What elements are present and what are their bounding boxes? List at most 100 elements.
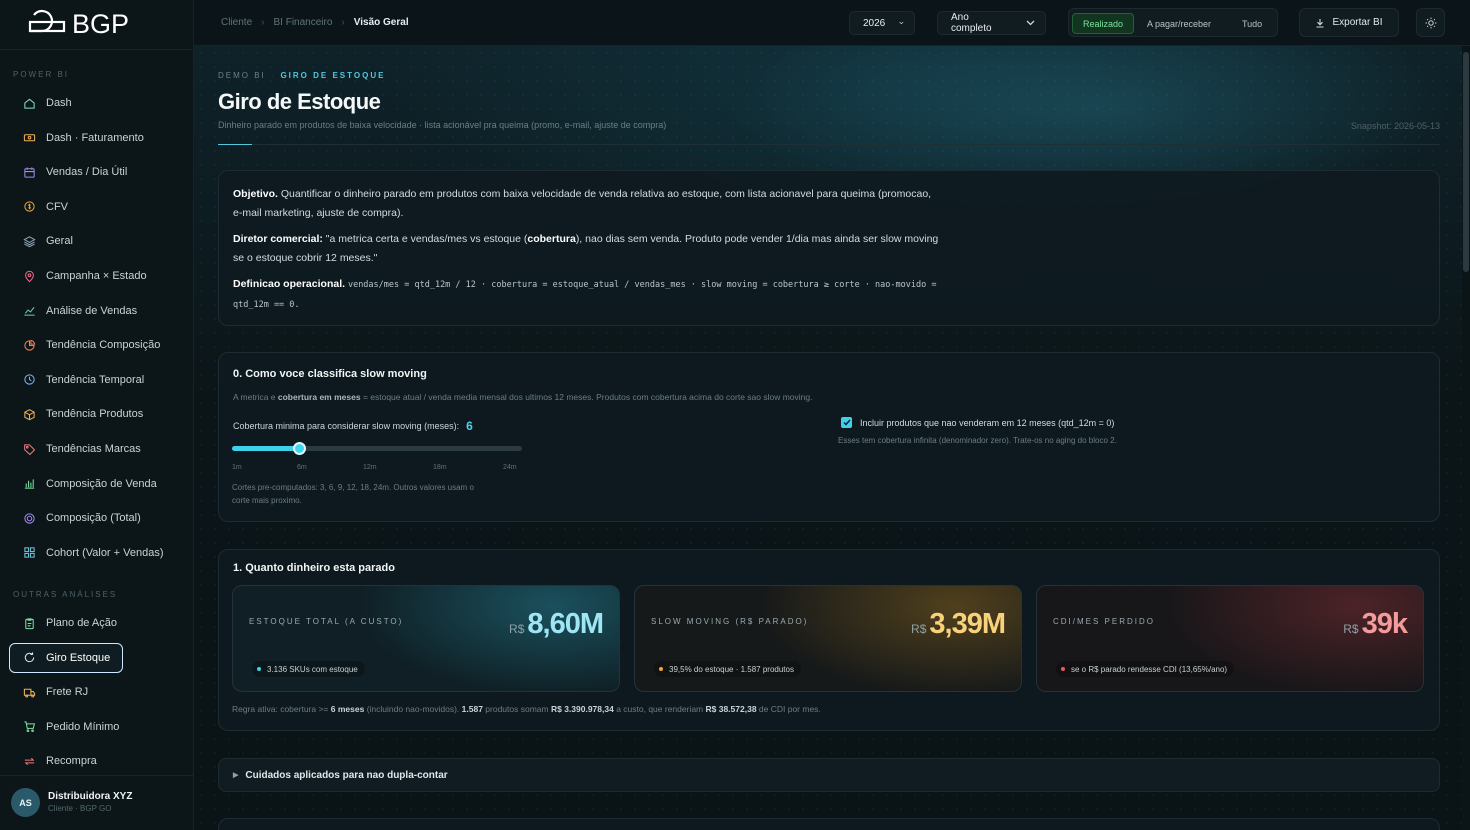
sidebar-item-label: Composição (Total) (46, 512, 141, 525)
sidebar-item-cohort-valor-vendas[interactable]: Cohort (Valor + Vendas) (10, 538, 184, 568)
classify-title: 0. Como voce classifica slow moving (233, 368, 427, 380)
cash-icon (22, 131, 36, 145)
truck-icon (22, 685, 36, 699)
breadcrumb-item[interactable]: Cliente (221, 17, 252, 28)
coin-icon (22, 200, 36, 214)
sidebar-item-analise-de-vendas[interactable]: Análise de Vendas (10, 296, 184, 326)
segment-a-pagar-receber[interactable]: A pagar/receber (1137, 13, 1221, 34)
kpi-card-cdi-perdido: CDI/MES PERDIDO R$ 39k se o R$ parado ren… (1036, 585, 1424, 692)
period-select[interactable]: Ano completo (937, 11, 1046, 35)
page-scrollbar[interactable] (1462, 46, 1470, 830)
director-quote-bold: cobertura (527, 233, 576, 245)
director-quote-b: ), nao dias sem venda. Produto pode vend… (575, 233, 939, 245)
sidebar-item-pedido-minimo[interactable]: Pedido Mínimo (10, 712, 184, 742)
kpi-card-estoque-total: ESTOQUE TOTAL (A CUSTO) R$ 8,60M 3.136 SK… (232, 585, 620, 692)
include-unmoved-label: Incluir produtos que nao venderam em 12 … (860, 417, 1115, 428)
download-icon (1316, 18, 1324, 28)
segment-realizado[interactable]: Realizado (1072, 13, 1135, 34)
classify-desc-bold: cobertura em meses (277, 392, 361, 402)
user-profile[interactable]: AS Distribuidora XYZ Cliente · BGP GO (0, 775, 194, 830)
rule-bold: R$ 3.390.978,34 (550, 704, 614, 714)
calendar-icon (22, 165, 36, 179)
sidebar-item-label: Tendência Produtos (46, 408, 144, 421)
sidebar-item-label: Tendência Temporal (46, 373, 145, 386)
theme-toggle-button[interactable] (1416, 8, 1445, 37)
page-eyebrow: DEMO BI · GIRO DE ESTOQUE (218, 71, 385, 80)
active-rule-note: Regra ativa: cobertura >= 6 meses (inclu… (232, 704, 821, 714)
sidebar-item-dash[interactable]: Dash (10, 88, 184, 118)
svg-text:BGP: BGP (72, 9, 129, 37)
director-label: Diretor comercial: (233, 233, 323, 245)
sidebar-item-label: Análise de Vendas (46, 304, 138, 317)
sidebar-item-frete-rj[interactable]: Frete RJ (10, 677, 184, 707)
sidebar-item-tendencia-produtos[interactable]: Tendência Produtos (10, 399, 184, 429)
section-label-outras: OUTRAS ANÁLISES (13, 590, 118, 599)
rule-text: (incluindo nao-movidos). (364, 704, 462, 714)
scrollbar-thumb[interactable] (1463, 52, 1469, 272)
brand-logo[interactable]: BGP (0, 0, 194, 50)
sidebar-item-campanha-estado[interactable]: Campanha × Estado (10, 261, 184, 291)
export-bi-button[interactable]: Exportar BI (1299, 8, 1399, 37)
sidebar-item-tendencia-composicao[interactable]: Tendência Composição (10, 330, 184, 360)
sidebar-item-recompra[interactable]: Recompra (10, 746, 184, 776)
breadcrumb: Cliente › BI Financeiro › Visão Geral (221, 17, 409, 28)
objective-paragraph: Objetivo. Quantificar o dinheiro parado … (233, 185, 1033, 223)
cart-icon (22, 720, 36, 734)
sidebar-item-label: Cohort (Valor + Vendas) (46, 546, 164, 559)
kpi-currency: R$ (911, 622, 927, 636)
coverage-slider[interactable] (232, 442, 522, 455)
check-icon (842, 419, 851, 426)
pie-icon (22, 338, 36, 352)
objective-label: Objetivo. (233, 188, 278, 200)
kpi-label: SLOW MOVING (R$ PARADO) (651, 617, 809, 626)
kpi-value: R$ 3,39M (911, 608, 1006, 641)
map-pin-icon (22, 269, 36, 283)
double-count-collapsible[interactable]: ▶ Cuidados aplicados para nao dupla-cont… (218, 758, 1440, 792)
slider-handle[interactable] (293, 442, 307, 455)
user-name: Distribuidora XYZ (48, 791, 133, 802)
sidebar-item-label: Frete RJ (46, 686, 89, 699)
definition-code: vendas/mes = qtd_12m / 12 · cobertura = … (347, 280, 937, 290)
objective-text-cont: e-mail marketing, ajuste de compra). (233, 207, 404, 219)
slider-tick: 12m (363, 464, 377, 471)
slider-tick: 1m (232, 464, 242, 471)
kpi-amount: 3,39M (929, 608, 1006, 640)
rule-text: Regra ativa: cobertura >= (232, 704, 331, 714)
breadcrumb-item[interactable]: BI Financeiro (273, 17, 332, 28)
sidebar-item-composicao-de-venda[interactable]: Composição de Venda (10, 469, 184, 499)
year-select[interactable]: 2026 (849, 11, 915, 35)
include-unmoved-checkbox[interactable] (841, 417, 852, 428)
refresh-icon (22, 651, 36, 665)
sidebar-item-vendas-dia-util[interactable]: Vendas / Dia Útil (10, 157, 184, 187)
sidebar-item-label: CFV (46, 200, 68, 213)
sidebar-item-dash-faturamento[interactable]: Dash · Faturamento (10, 123, 184, 153)
eyebrow-section: GIRO DE ESTOQUE (280, 71, 386, 80)
sidebar-item-plano-de-acao[interactable]: Plano de Ação (10, 608, 184, 638)
repeat-icon (22, 754, 36, 768)
objective-card: Objetivo. Quantificar o dinheiro parado … (218, 170, 1440, 326)
include-unmoved-checkbox-row[interactable]: Incluir produtos que nao venderam em 12 … (841, 417, 1114, 428)
sidebar-item-geral[interactable]: Geral (10, 226, 184, 256)
sidebar-item-tendencia-temporal[interactable]: Tendência Temporal (10, 365, 184, 395)
director-quote-a: "a metrica certa e vendas/mes vs estoque… (325, 233, 528, 245)
sidebar-item-label: Tendência Composição (46, 339, 161, 352)
sidebar-item-cfv[interactable]: CFV (10, 192, 184, 222)
precomputed-note-a: Cortes pre-computados: 3, 6, 9, 12, 18, … (232, 483, 474, 492)
chevron-down-icon (899, 21, 904, 25)
sidebar-item-tendencias-marcas[interactable]: Tendências Marcas (10, 434, 184, 464)
kpi-footnote: 3.136 SKUs com estoque (252, 661, 365, 677)
status-segmented-control: Realizado A pagar/receber Tudo (1068, 8, 1278, 37)
director-paragraph: Diretor comercial: "a metrica certa e ve… (233, 230, 1033, 268)
rule-bold: 6 meses (330, 704, 365, 714)
section-label-powerbi: POWER BI (13, 70, 70, 79)
main-content: DEMO BI · GIRO DE ESTOQUE Giro de Estoque … (194, 46, 1462, 830)
objective-text: Quantificar o dinheiro parado em produto… (280, 188, 932, 200)
chevron-right-icon: › (261, 17, 265, 28)
segment-tudo[interactable]: Tudo (1232, 13, 1272, 34)
home-icon (22, 96, 36, 110)
sidebar-item-composicao-total[interactable]: Composição (Total) (10, 503, 184, 533)
sidebar-item-label: Vendas / Dia Útil (46, 166, 128, 179)
line-chart-icon (22, 304, 36, 318)
eyebrow-separator: · (270, 71, 276, 80)
sidebar-item-giro-estoque[interactable]: Giro Estoque (9, 642, 123, 673)
